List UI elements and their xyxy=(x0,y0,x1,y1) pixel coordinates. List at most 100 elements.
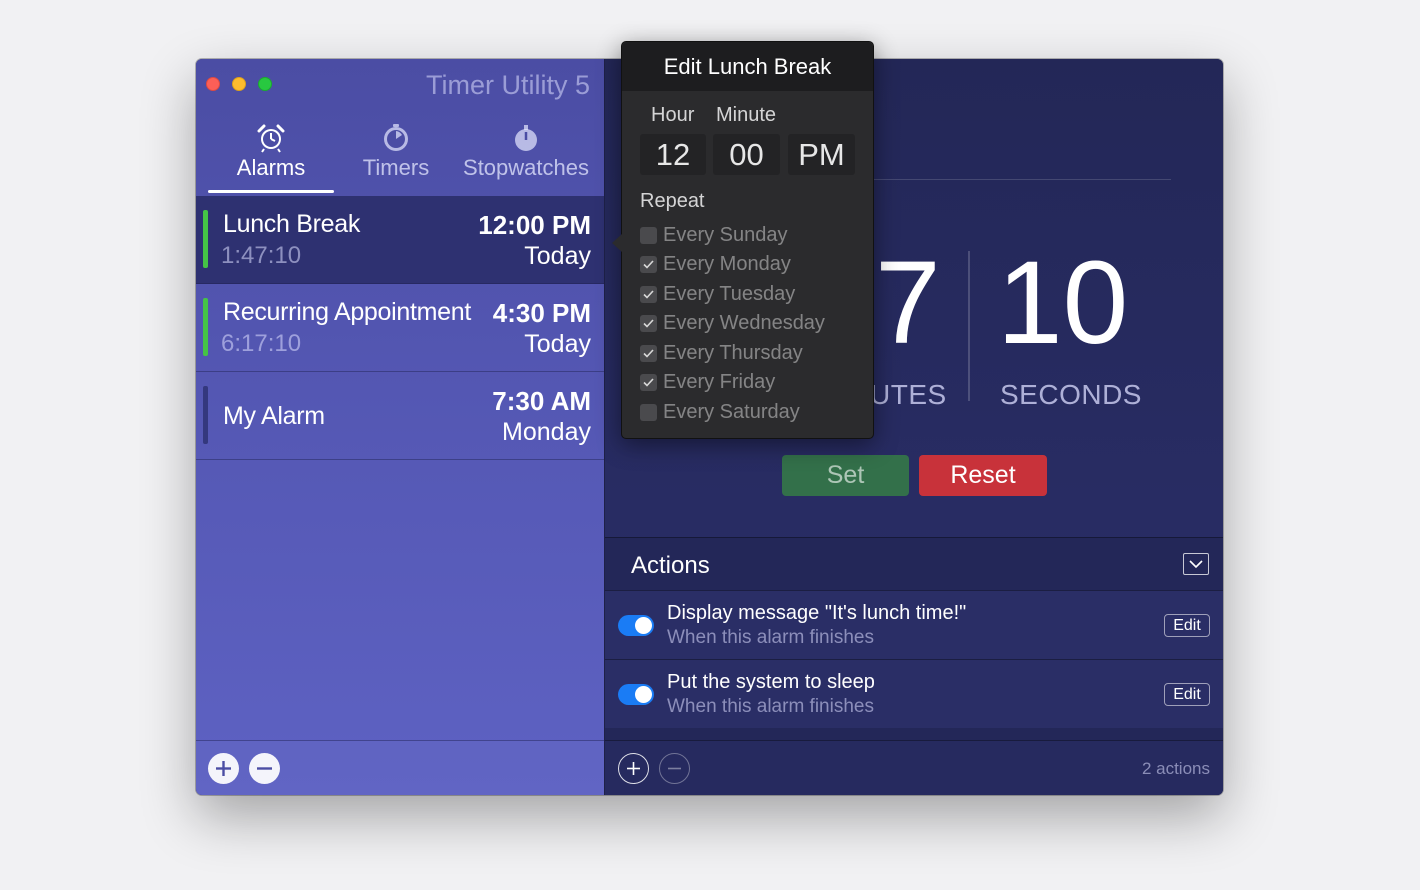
day-label: Every Monday xyxy=(663,252,791,275)
edit-alarm-popover: Edit Lunch Break Hour Minute 12 00 PM Re… xyxy=(612,41,874,439)
checkbox[interactable] xyxy=(640,314,657,332)
tab-label: Timers xyxy=(362,155,430,180)
checkmark-icon xyxy=(643,348,654,358)
separator xyxy=(865,179,1171,180)
checkbox[interactable] xyxy=(640,226,657,244)
action-title: Put the system to sleep xyxy=(667,671,875,693)
action-row: Put the system to sleep When this alarm … xyxy=(605,659,1223,728)
alarm-item-recurring-appointment[interactable]: Recurring Appointment 6:17:10 4:30 PM To… xyxy=(196,284,604,372)
alarm-clock-icon xyxy=(208,119,334,153)
minute-field[interactable]: 00 xyxy=(713,134,780,175)
countdown-seconds: 10 xyxy=(997,237,1129,369)
actions-footer: 2 actions xyxy=(605,740,1223,795)
checkmark-icon xyxy=(643,377,654,387)
day-label: Every Tuesday xyxy=(663,282,796,305)
repeat-sunday[interactable]: Every Sunday xyxy=(640,223,788,247)
checkmark-icon xyxy=(643,259,654,269)
countdown-separator xyxy=(968,251,970,401)
chevron-down-icon xyxy=(1189,559,1203,568)
alarm-disabled-indicator xyxy=(203,386,208,444)
popover-header: Edit Lunch Break xyxy=(622,42,873,91)
plus-icon xyxy=(627,762,640,775)
action-toggle[interactable] xyxy=(618,615,654,636)
repeat-label: Repeat xyxy=(640,190,705,212)
repeat-tuesday[interactable]: Every Tuesday xyxy=(640,282,795,306)
ampm-field[interactable]: PM xyxy=(788,134,855,175)
alarm-remaining: 6:17:10 xyxy=(221,330,302,357)
minus-icon xyxy=(257,767,272,770)
action-row: Display message "It's lunch time!" When … xyxy=(605,590,1223,659)
alarm-time: 4:30 PM xyxy=(492,298,591,328)
alarm-name: My Alarm xyxy=(223,402,325,430)
timer-icon xyxy=(334,119,458,153)
repeat-monday[interactable]: Every Monday xyxy=(640,252,791,276)
popover-title: Edit Lunch Break xyxy=(663,53,832,79)
tab-alarms[interactable]: Alarms xyxy=(208,119,334,193)
minute-label: Minute xyxy=(716,104,777,126)
checkbox[interactable] xyxy=(640,255,657,273)
add-alarm-button[interactable] xyxy=(208,753,239,784)
checkbox[interactable] xyxy=(640,344,657,362)
alarm-time: 7:30 AM xyxy=(492,386,591,416)
alarm-enabled-indicator xyxy=(203,210,208,268)
countdown-minutes: 7 xyxy=(875,237,941,369)
alarm-item-my-alarm[interactable]: My Alarm 7:30 AM Monday xyxy=(196,372,604,460)
reset-button[interactable]: Reset xyxy=(919,455,1047,496)
tab-timers[interactable]: Timers xyxy=(334,119,458,193)
sidebar: Timer Utility 5 Alarms Timers Stopwatche… xyxy=(196,59,605,795)
action-toggle[interactable] xyxy=(618,684,654,705)
edit-action-button[interactable]: Edit xyxy=(1164,683,1210,706)
plus-icon xyxy=(216,761,231,776)
minutes-label: UTES xyxy=(870,379,947,410)
alarm-day: Today xyxy=(524,330,591,358)
repeat-saturday[interactable]: Every Saturday xyxy=(640,400,800,424)
checkbox[interactable] xyxy=(640,373,657,391)
alarm-day: Today xyxy=(524,242,591,270)
tab-label: Alarms xyxy=(236,155,306,180)
day-label: Every Thursday xyxy=(663,341,803,364)
close-window-button[interactable] xyxy=(206,77,220,91)
checkmark-icon xyxy=(643,289,654,299)
seconds-label: SECONDS xyxy=(1000,379,1142,410)
action-title: Display message "It's lunch time!" xyxy=(667,602,967,624)
alarm-day: Monday xyxy=(502,418,591,446)
action-subtitle: When this alarm finishes xyxy=(667,696,874,717)
checkbox[interactable] xyxy=(640,403,657,421)
day-label: Every Sunday xyxy=(663,223,788,246)
edit-action-button[interactable]: Edit xyxy=(1164,614,1210,637)
tab-stopwatches[interactable]: Stopwatches xyxy=(458,119,594,193)
remove-alarm-button[interactable] xyxy=(249,753,280,784)
zoom-window-button[interactable] xyxy=(258,77,272,91)
day-label: Every Wednesday xyxy=(663,311,825,334)
sidebar-footer xyxy=(196,740,604,795)
tab-bar: Alarms Timers Stopwatches xyxy=(208,119,594,193)
actions-title: Actions xyxy=(631,552,710,579)
alarm-item-lunch-break[interactable]: Lunch Break 1:47:10 12:00 PM Today xyxy=(196,196,604,284)
day-label: Every Friday xyxy=(663,370,776,393)
day-label: Every Saturday xyxy=(663,400,800,423)
tab-label: Stopwatches xyxy=(463,155,589,180)
set-button[interactable]: Set xyxy=(782,455,909,496)
repeat-friday[interactable]: Every Friday xyxy=(640,370,775,394)
minimize-window-button[interactable] xyxy=(232,77,246,91)
minus-icon xyxy=(668,767,681,770)
alarm-name: Recurring Appointment xyxy=(223,298,472,326)
alarm-time: 12:00 PM xyxy=(478,210,591,240)
collapse-actions-button[interactable] xyxy=(1183,553,1209,575)
checkmark-icon xyxy=(643,318,654,328)
alarm-list: Lunch Break 1:47:10 12:00 PM Today Recur… xyxy=(196,196,604,460)
hour-field[interactable]: 12 xyxy=(640,134,706,175)
repeat-thursday[interactable]: Every Thursday xyxy=(640,341,803,365)
remove-action-button[interactable] xyxy=(659,753,690,784)
hour-label: Hour xyxy=(651,104,695,126)
repeat-wednesday[interactable]: Every Wednesday xyxy=(640,311,825,335)
add-action-button[interactable] xyxy=(618,753,649,784)
alarm-enabled-indicator xyxy=(203,298,208,356)
app-title: Timer Utility 5 xyxy=(425,70,590,100)
checkbox[interactable] xyxy=(640,285,657,303)
actions-count: 2 actions xyxy=(1141,759,1210,778)
alarm-remaining: 1:47:10 xyxy=(221,242,302,269)
action-subtitle: When this alarm finishes xyxy=(667,627,874,648)
alarm-name: Lunch Break xyxy=(223,210,361,238)
stopwatch-icon xyxy=(458,119,594,153)
